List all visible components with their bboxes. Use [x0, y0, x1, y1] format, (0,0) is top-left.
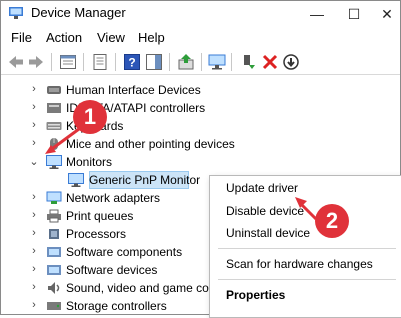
device-manager-window: Device Manager — ☐ ✕ File Action View He…	[0, 0, 401, 318]
context-item-update-driver[interactable]: Update driver	[226, 181, 298, 195]
action-pane-icon[interactable]	[145, 53, 163, 71]
disable-device-icon[interactable]	[282, 53, 300, 71]
menu-file[interactable]: File	[11, 30, 32, 45]
toolbar-separator	[231, 53, 232, 71]
tree-category-mice[interactable]: › Mice and other pointing devices	[1, 135, 400, 153]
context-menu: Update driver Disable device Uninstall d…	[209, 175, 401, 318]
menu-view[interactable]: View	[97, 30, 125, 45]
storage-icon	[46, 299, 62, 313]
enable-device-icon[interactable]	[239, 53, 257, 71]
tree-category-monitors[interactable]: ⌄ Monitors	[1, 153, 400, 171]
menu-bar: File Action View Help	[1, 28, 400, 48]
printer-icon	[46, 209, 62, 223]
menu-help[interactable]: Help	[138, 30, 165, 45]
callout-badge-1: 1	[73, 100, 107, 134]
context-item-uninstall-device[interactable]: Uninstall device	[226, 226, 310, 240]
close-button[interactable]: ✕	[367, 1, 401, 27]
context-item-scan-hardware[interactable]: Scan for hardware changes	[226, 257, 373, 271]
chevron-right-icon[interactable]: ›	[29, 227, 39, 239]
chevron-right-icon[interactable]: ›	[29, 281, 39, 293]
tree-view-icon[interactable]	[59, 53, 77, 71]
tree-item-label: Print queues	[66, 209, 134, 223]
ide-icon	[46, 101, 62, 115]
monitor-icon	[68, 173, 84, 187]
tree-item-label: Human Interface Devices	[66, 83, 201, 97]
forward-arrow-icon[interactable]	[27, 53, 45, 71]
tree-item-label: Generic PnP Monitor	[89, 173, 201, 187]
chevron-right-icon[interactable]: ›	[29, 245, 39, 257]
help-icon[interactable]: ?	[123, 53, 141, 71]
speaker-icon	[46, 281, 62, 295]
context-item-properties[interactable]: Properties	[226, 288, 285, 302]
chevron-down-icon[interactable]: ⌄	[29, 155, 39, 168]
cpu-icon	[46, 227, 62, 241]
chevron-right-icon[interactable]: ›	[29, 83, 39, 95]
toolbar-separator	[51, 53, 52, 71]
back-arrow-icon[interactable]	[7, 53, 25, 71]
callout-badge-2: 2	[315, 204, 349, 238]
toolbar-separator	[83, 53, 84, 71]
tree-item-label: Monitors	[66, 155, 113, 169]
chevron-right-icon[interactable]: ›	[29, 119, 39, 131]
mouse-icon	[46, 137, 62, 151]
title-bar[interactable]: Device Manager — ☐ ✕	[1, 1, 400, 27]
tree-item-label: Processors	[66, 227, 127, 241]
toolbar: ?	[1, 50, 400, 75]
context-item-disable-device[interactable]: Disable device	[226, 204, 304, 218]
toolbar-separator	[201, 53, 202, 71]
tree-item-label: Network adapters	[66, 191, 161, 205]
tree-item-label: Mice and other pointing devices	[66, 137, 235, 151]
chevron-right-icon[interactable]: ›	[29, 299, 39, 311]
update-driver-icon[interactable]	[177, 53, 195, 71]
tree-category-human-interface-devices[interactable]: › Human Interface Devices	[1, 81, 400, 99]
chevron-right-icon[interactable]: ›	[29, 209, 39, 221]
component-icon	[46, 245, 62, 259]
chevron-right-icon[interactable]: ›	[29, 101, 39, 113]
minimize-button[interactable]: —	[297, 1, 337, 27]
menu-action[interactable]: Action	[46, 30, 82, 45]
toolbar-separator	[115, 53, 116, 71]
chevron-right-icon[interactable]: ›	[29, 263, 39, 275]
tree-category-ide-controllers[interactable]: › IDE ATA/ATAPI controllers	[1, 99, 400, 117]
network-icon	[46, 191, 62, 205]
device-manager-icon	[9, 7, 23, 19]
window-title: Device Manager	[31, 5, 126, 20]
chevron-right-icon[interactable]: ›	[29, 137, 39, 149]
tree-item-label: Storage controllers	[66, 299, 167, 313]
context-separator	[218, 248, 396, 249]
scan-hardware-icon[interactable]	[208, 53, 226, 71]
uninstall-device-icon[interactable]	[261, 53, 279, 71]
monitor-icon	[46, 155, 62, 169]
toolbar-separator	[169, 53, 170, 71]
properties-sheet-icon[interactable]	[91, 53, 109, 71]
tree-category-keyboards[interactable]: › Keyboards	[1, 117, 400, 135]
context-separator	[218, 279, 396, 280]
keyboard-icon	[46, 119, 62, 133]
tree-item-label: Software devices	[66, 263, 158, 277]
svg-text:?: ?	[128, 56, 135, 70]
hid-icon	[46, 83, 62, 97]
component-icon	[46, 263, 62, 277]
tree-item-label: Software components	[66, 245, 183, 259]
chevron-right-icon[interactable]: ›	[29, 191, 39, 203]
